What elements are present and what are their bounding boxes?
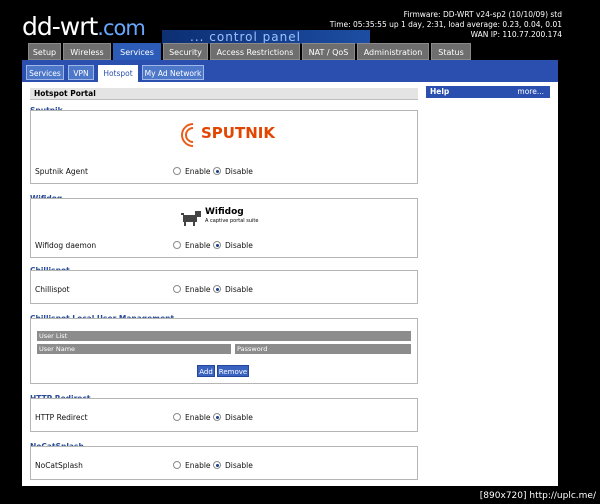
uptime: Time: 05:35:55 up 1 day, 2:31, load aver… [329, 20, 562, 29]
firmware-info: Firmware: DD-WRT v24-sp2 (10/10/09) std … [330, 10, 562, 40]
add-button[interactable]: Add [197, 365, 215, 377]
http-redirect-enable-radio[interactable] [173, 413, 181, 421]
tab-status[interactable]: Status [431, 43, 471, 60]
tab-wireless[interactable]: Wireless [63, 43, 111, 60]
tab-access-restrictions[interactable]: Access Restrictions [210, 43, 300, 60]
chillispot-enable-label: Enable [185, 285, 211, 294]
sputnik-enable-radio[interactable] [173, 167, 181, 175]
logo: dd-wrt.com [22, 12, 146, 43]
sputnik-enable-label: Enable [185, 167, 211, 176]
help-panel: Help more... [426, 86, 550, 98]
sputnik-agent-label: Sputnik Agent [35, 167, 88, 176]
sputnik-disable-label: Disable [225, 167, 253, 176]
wifidog-logo-text: Wifidog [205, 207, 244, 217]
subtab-vpn[interactable]: VPN [68, 65, 94, 80]
tab-administration[interactable]: Administration [357, 43, 429, 60]
logo-text: dd-wrt [22, 12, 98, 41]
sub-nav: Services VPN Hotspot My Ad Network [22, 60, 558, 82]
column-user-name: User Name [37, 344, 231, 354]
firmware-version: Firmware: DD-WRT v24-sp2 (10/10/09) std [403, 10, 562, 19]
http-redirect-disable-label: Disable [225, 413, 253, 422]
subtab-services[interactable]: Services [26, 65, 64, 80]
wifidog-enable-radio[interactable] [173, 241, 181, 249]
local-users-fieldset: User List User Name Password Add Remove [30, 318, 418, 384]
user-list-header: User List [37, 331, 411, 341]
sputnik-logo-text: SPUTNIK [201, 124, 275, 142]
wifidog-logo: Wifidog A captive portal suite [181, 205, 261, 229]
wifidog-daemon-label: Wifidog daemon [35, 241, 97, 250]
nocatsplash-enable-label: Enable [185, 461, 211, 470]
wifidog-disable-label: Disable [225, 241, 253, 250]
logo-suffix: .com [97, 16, 146, 40]
remove-button[interactable]: Remove [217, 365, 249, 377]
content-area: Hotspot Portal Help more... Sputnik SPUT… [22, 82, 558, 486]
screenshot-footer: [890x720] http://uplc.me/ [450, 488, 600, 504]
section-title: Hotspot Portal [30, 88, 418, 100]
wifidog-fieldset: Wifidog A captive portal suite Wifidog d… [30, 198, 418, 258]
column-password: Password [235, 344, 411, 354]
window-frame: dd-wrt.com ... control panel Firmware: D… [0, 0, 600, 504]
subtab-hotspot[interactable]: Hotspot [98, 65, 138, 82]
header: dd-wrt.com ... control panel Firmware: D… [22, 8, 562, 44]
nocatsplash-disable-radio[interactable] [213, 461, 221, 469]
tab-setup[interactable]: Setup [28, 43, 61, 60]
chillispot-disable-label: Disable [225, 285, 253, 294]
sputnik-logo: SPUTNIK [176, 118, 275, 152]
http-redirect-fieldset: HTTP Redirect Enable Disable [30, 398, 418, 432]
tab-services[interactable]: Services [113, 43, 161, 60]
nocatsplash-fieldset: NoCatSplash Enable Disable [30, 446, 418, 480]
wifidog-logo-subtitle: A captive portal suite [205, 218, 259, 224]
help-title: Help [430, 87, 450, 96]
sputnik-disable-radio[interactable] [213, 167, 221, 175]
subtab-my-ad-network[interactable]: My Ad Network [142, 65, 204, 80]
tab-nat-qos[interactable]: NAT / QoS [302, 43, 355, 60]
http-redirect-label: HTTP Redirect [35, 413, 88, 422]
http-redirect-disable-radio[interactable] [213, 413, 221, 421]
sputnik-fieldset: SPUTNIK Sputnik Agent Enable Disable [30, 110, 418, 184]
chillispot-fieldset: Chillispot Enable Disable [30, 270, 418, 304]
chillispot-enable-radio[interactable] [173, 285, 181, 293]
wan-ip: WAN IP: 110.77.200.174 [470, 30, 562, 39]
tab-security[interactable]: Security [163, 43, 208, 60]
wifidog-enable-label: Enable [185, 241, 211, 250]
chillispot-disable-radio[interactable] [213, 285, 221, 293]
nocatsplash-disable-label: Disable [225, 461, 253, 470]
help-more-link[interactable]: more... [517, 86, 544, 98]
http-redirect-enable-label: Enable [185, 413, 211, 422]
nocatsplash-label: NoCatSplash [35, 461, 83, 470]
nocatsplash-enable-radio[interactable] [173, 461, 181, 469]
wifidog-disable-radio[interactable] [213, 241, 221, 249]
main-nav: Setup Wireless Services Security Access … [22, 43, 562, 60]
chillispot-label: Chillispot [35, 285, 70, 294]
dog-icon [181, 211, 201, 226]
